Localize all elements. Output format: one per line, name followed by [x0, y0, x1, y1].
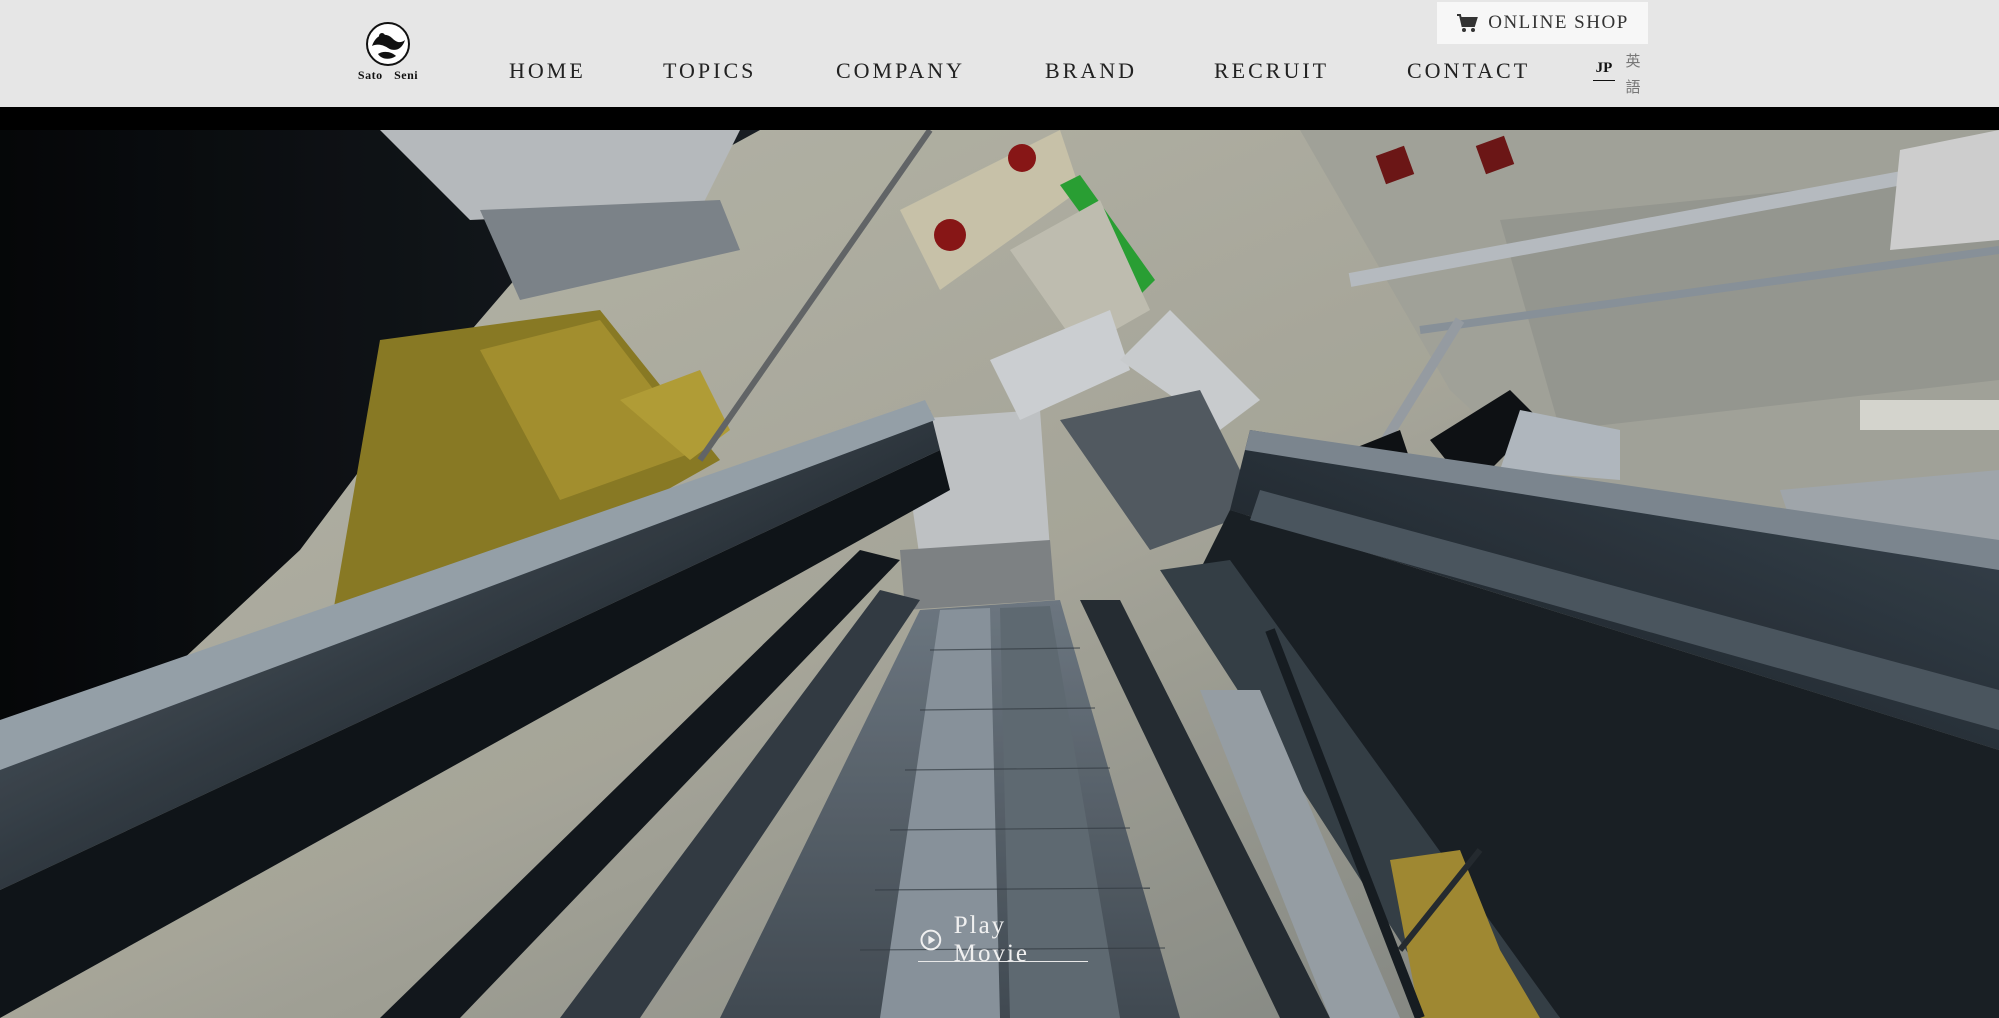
nav-recruit[interactable]: RECRUIT — [1214, 58, 1329, 84]
lang-en-link[interactable]: 英語 — [1624, 48, 1642, 100]
knitting-machine-image — [0, 130, 1999, 1018]
play-movie-button[interactable]: Play Movie — [918, 912, 1088, 967]
nav-contact[interactable]: CONTACT — [1407, 58, 1530, 84]
nav-topics[interactable]: TOPICS — [663, 58, 756, 84]
hero-video[interactable]: Play Movie — [0, 130, 1999, 1018]
lang-jp-link[interactable]: JP — [1593, 60, 1615, 81]
cart-icon — [1457, 14, 1479, 32]
nav-home[interactable]: HOME — [509, 58, 586, 84]
play-movie-label: Play Movie — [953, 911, 1029, 967]
site-header: Sato Seni HOME TOPICS COMPANY BRAND RECR… — [0, 0, 1999, 107]
nav-brand[interactable]: BRAND — [1045, 58, 1137, 84]
play-circle-icon — [920, 929, 942, 950]
main-nav: HOME TOPICS COMPANY BRAND RECRUIT CONTAC… — [0, 58, 1999, 88]
online-shop-button[interactable]: ONLINE SHOP — [1437, 2, 1648, 44]
nav-company[interactable]: COMPANY — [836, 58, 965, 84]
online-shop-label: ONLINE SHOP — [1488, 12, 1629, 33]
